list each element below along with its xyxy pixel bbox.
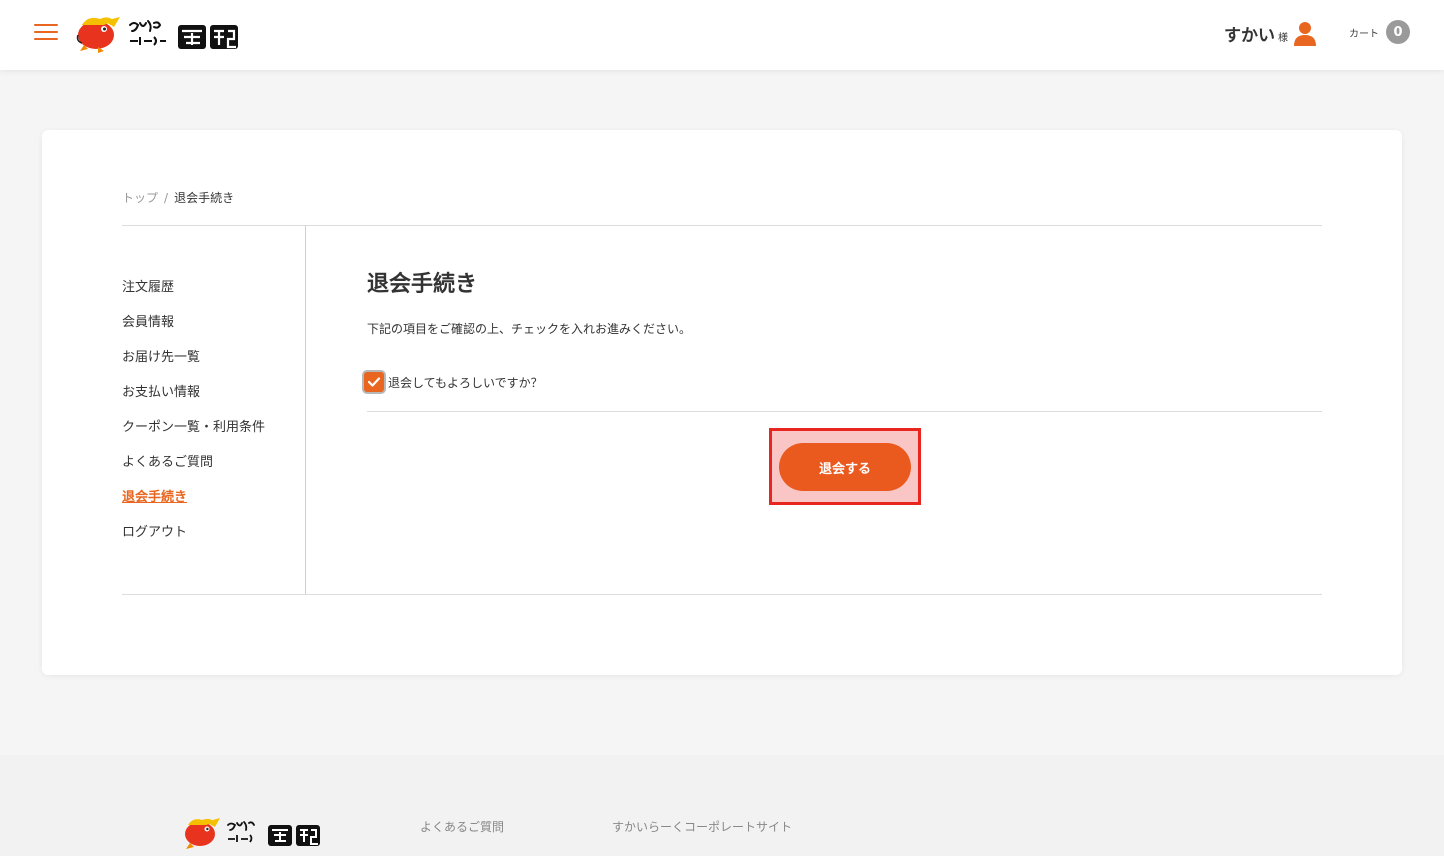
confirm-checkbox-row[interactable]: 退会してもよろしいですか？ bbox=[364, 372, 543, 392]
cart-label: カート bbox=[1349, 28, 1379, 40]
sidebar-item-coupons[interactable]: クーポン一覧・利用条件 bbox=[122, 418, 265, 453]
breadcrumb-current: 退会手続き bbox=[174, 191, 235, 205]
divider bbox=[122, 225, 1322, 226]
content-card: トップ / 退会手続き 注文履歴 会員情報 お届け先一覧 お支払い情報 クーポン一覧… bbox=[42, 130, 1402, 675]
breadcrumb: トップ / 退会手続き bbox=[122, 189, 234, 206]
confirm-checkbox[interactable] bbox=[364, 372, 384, 392]
sidebar-item-member-info[interactable]: 会員情報 bbox=[122, 313, 265, 348]
user-icon bbox=[1294, 22, 1316, 46]
sidebar-item-faq[interactable]: よくあるご質問 bbox=[122, 453, 265, 488]
site-footer: よくあるご質問 すかいらーくコーポレートサイト bbox=[0, 755, 1444, 856]
checkmark-icon bbox=[367, 377, 381, 387]
footer-corporate-link[interactable]: すかいらーくコーポレートサイト bbox=[612, 818, 792, 835]
user-honorific: 様 bbox=[1278, 32, 1288, 44]
divider bbox=[122, 594, 1322, 595]
account-sidebar: 注文履歴 会員情報 お届け先一覧 お支払い情報 クーポン一覧・利用条件 よくある… bbox=[122, 278, 265, 558]
user-menu[interactable]: すかい 様 bbox=[1224, 18, 1318, 48]
sidebar-item-payment-info[interactable]: お支払い情報 bbox=[122, 383, 265, 418]
cart-button[interactable]: カート 0 bbox=[1349, 20, 1410, 44]
sidebar-item-order-history[interactable]: 注文履歴 bbox=[122, 278, 265, 313]
breadcrumb-separator: / bbox=[164, 191, 169, 205]
user-name: すかい bbox=[1224, 25, 1275, 46]
footer-logo[interactable] bbox=[180, 813, 325, 851]
sidebar-item-logout[interactable]: ログアウト bbox=[122, 523, 265, 558]
confirm-checkbox-label: 退会してもよろしいですか？ bbox=[388, 375, 543, 390]
divider bbox=[367, 411, 1322, 412]
skylark-takuhai-logo[interactable] bbox=[74, 11, 244, 55]
breadcrumb-home-link[interactable]: トップ bbox=[122, 191, 158, 205]
sidebar-item-withdrawal[interactable]: 退会手続き bbox=[122, 488, 265, 523]
withdraw-button[interactable]: 退会する bbox=[779, 443, 911, 491]
footer-faq-link[interactable]: よくあるご質問 bbox=[420, 818, 504, 835]
sidebar-divider bbox=[305, 225, 306, 594]
site-header: すかい 様 カート 0 bbox=[0, 0, 1444, 70]
sidebar-item-delivery-addresses[interactable]: お届け先一覧 bbox=[122, 348, 265, 383]
hamburger-menu-icon[interactable] bbox=[34, 22, 58, 40]
mascot-icon bbox=[76, 17, 120, 53]
page-title: 退会手続き bbox=[367, 272, 478, 297]
page-description: 下記の項目をご確認の上、チェックを入れお進みください。 bbox=[367, 322, 692, 336]
cart-count-badge: 0 bbox=[1386, 20, 1410, 44]
